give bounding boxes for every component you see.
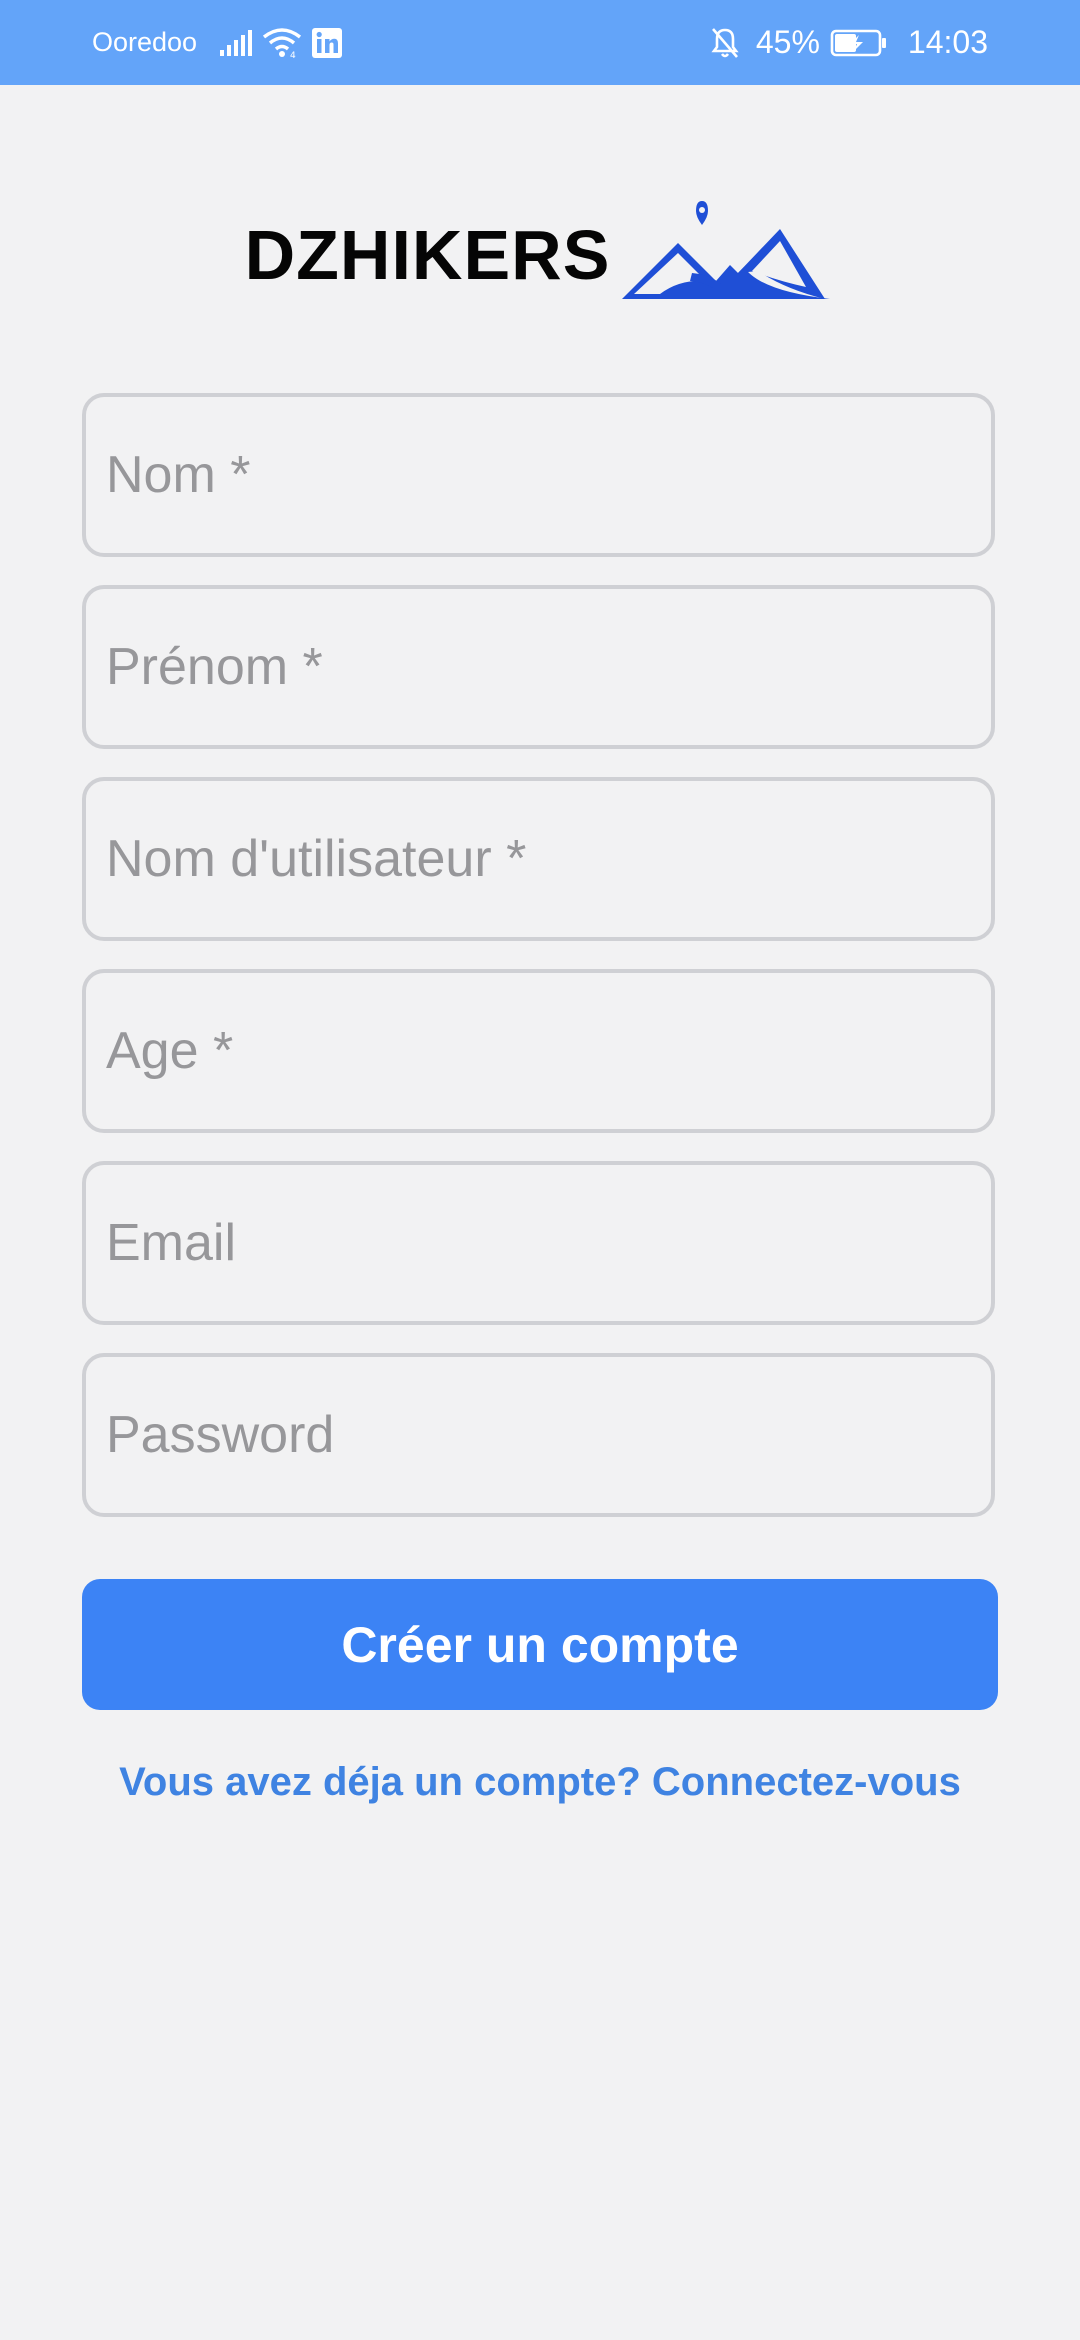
- logo-text: DZHIKERS: [244, 216, 611, 294]
- signal-icon: [219, 29, 253, 57]
- linkedin-icon: [311, 27, 343, 59]
- mountain-pin-icon: [620, 200, 835, 310]
- login-link[interactable]: Vous avez déja un compte? Connectez-vous: [0, 1760, 1080, 1805]
- battery-charging-icon: [830, 29, 888, 57]
- status-bar-left: Ooredoo 4: [92, 0, 351, 85]
- battery-percent: 45%: [755, 24, 820, 60]
- status-bar: Ooredoo 4 45% 14:03: [0, 0, 1080, 85]
- status-bar-right: 45% 14:03: [710, 0, 988, 85]
- age-input[interactable]: [86, 973, 991, 1129]
- app-logo: DZHIKERS: [0, 195, 1080, 315]
- carrier-name: Ooredoo: [92, 27, 198, 57]
- password-input[interactable]: [86, 1357, 991, 1513]
- nom-field-container: [82, 393, 995, 557]
- svg-text:4: 4: [290, 51, 296, 59]
- email-input[interactable]: [86, 1165, 991, 1321]
- create-account-button[interactable]: Créer un compte: [82, 1579, 998, 1710]
- nom-input[interactable]: [86, 397, 991, 553]
- email-field-container: [82, 1161, 995, 1325]
- wifi-icon: 4: [261, 27, 303, 59]
- username-field-container: [82, 777, 995, 941]
- prenom-field-container: [82, 585, 995, 749]
- clock: 14:03: [907, 24, 988, 60]
- bell-off-icon: [710, 26, 740, 60]
- username-input[interactable]: [86, 781, 991, 937]
- prenom-input[interactable]: [86, 589, 991, 745]
- age-field-container: [82, 969, 995, 1133]
- password-field-container: [82, 1353, 995, 1517]
